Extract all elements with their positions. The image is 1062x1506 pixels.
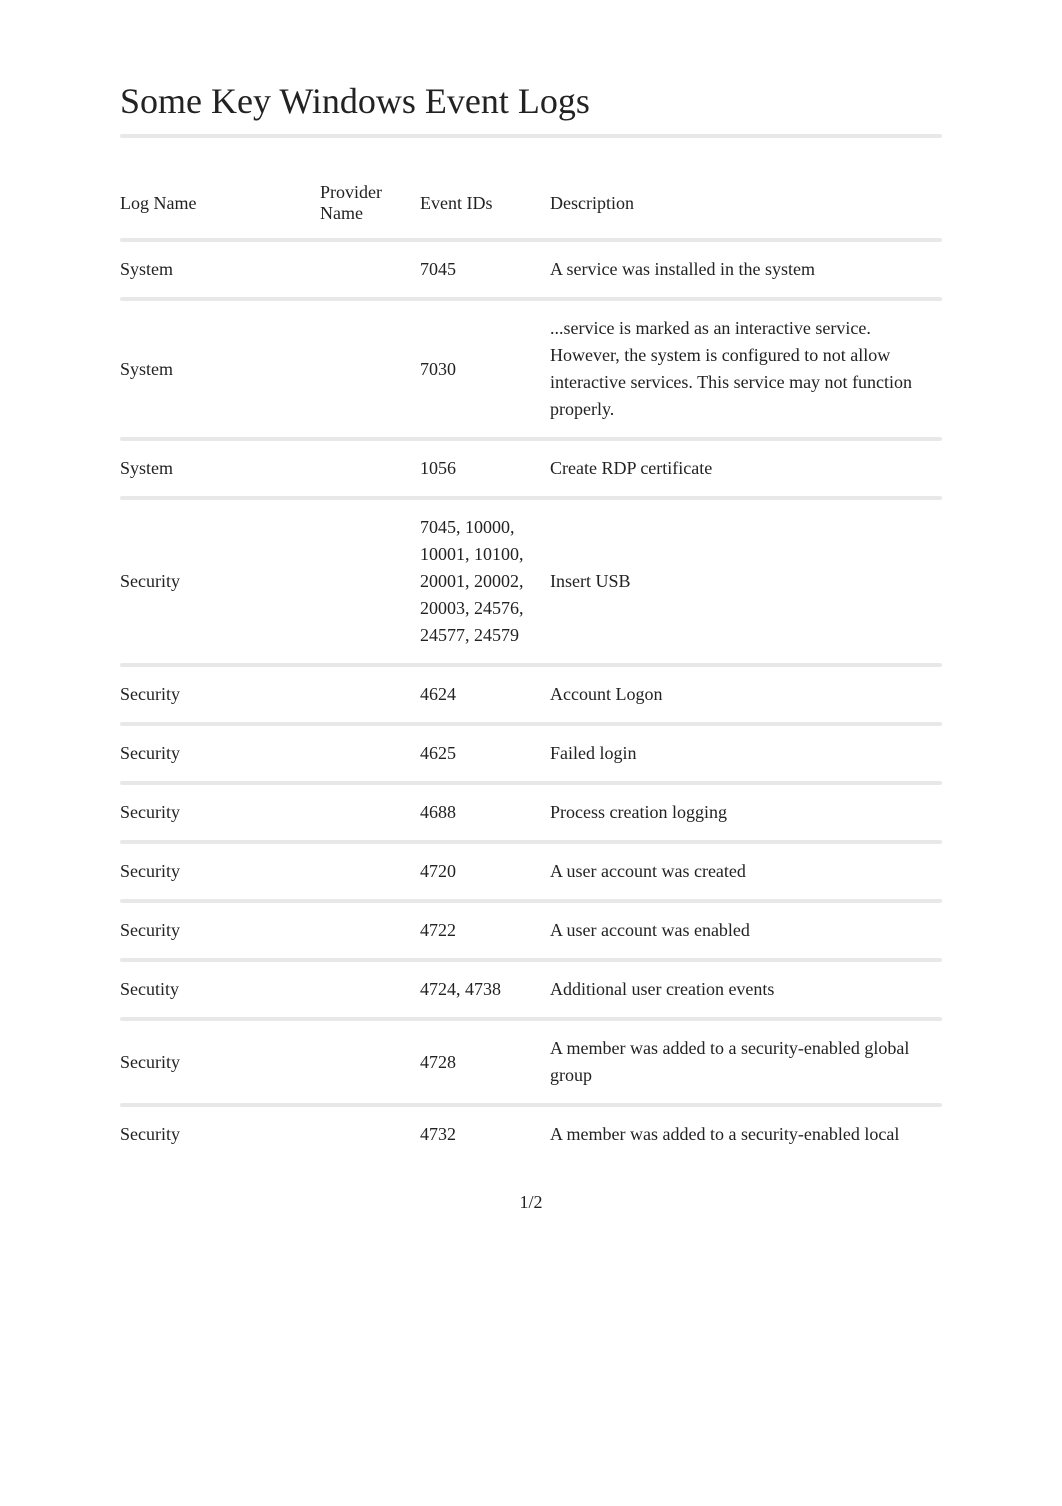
- cell-description: Insert USB: [550, 500, 942, 663]
- cell-description: Account Logon: [550, 667, 942, 722]
- cell-eventids: 4688: [420, 785, 550, 840]
- cell-logname: Secutity: [120, 962, 320, 1017]
- cell-description: Failed login: [550, 726, 942, 781]
- cell-logname: Security: [120, 667, 320, 722]
- cell-provider: [320, 500, 420, 663]
- cell-provider: [320, 844, 420, 899]
- event-log-table: Log Name Provider Name Event IDs Descrip…: [120, 168, 942, 1162]
- cell-logname: System: [120, 242, 320, 297]
- table-row: Security 4688Process creation logging: [120, 785, 942, 840]
- cell-description: Additional user creation events: [550, 962, 942, 1017]
- col-header-logname: Log Name: [120, 168, 320, 238]
- cell-description: A member was added to a security-enabled…: [550, 1107, 942, 1162]
- cell-description: A user account was created: [550, 844, 942, 899]
- table-row: System 1056Create RDP certificate: [120, 441, 942, 496]
- table-header-row: Log Name Provider Name Event IDs Descrip…: [120, 168, 942, 238]
- col-header-description: Description: [550, 168, 942, 238]
- cell-logname: Security: [120, 500, 320, 663]
- cell-eventids: 4625: [420, 726, 550, 781]
- cell-eventids: 4732: [420, 1107, 550, 1162]
- table-row: System 7045A service was installed in the…: [120, 242, 942, 297]
- cell-logname: Security: [120, 844, 320, 899]
- cell-provider: [320, 667, 420, 722]
- cell-eventids: 4724, 4738: [420, 962, 550, 1017]
- cell-eventids: 4720: [420, 844, 550, 899]
- cell-eventids: 4728: [420, 1021, 550, 1103]
- table-row: Security 4720A user account was created: [120, 844, 942, 899]
- table-row: Security 4625Failed login: [120, 726, 942, 781]
- cell-description: Create RDP certificate: [550, 441, 942, 496]
- cell-eventids: 4624: [420, 667, 550, 722]
- cell-provider: [320, 726, 420, 781]
- page-title: Some Key Windows Event Logs: [120, 80, 942, 122]
- cell-logname: Security: [120, 903, 320, 958]
- cell-eventids: 7045, 10000, 10001, 10100, 20001, 20002,…: [420, 500, 550, 663]
- cell-description: ...service is marked as an interactive s…: [550, 301, 942, 437]
- cell-provider: [320, 785, 420, 840]
- cell-provider: [320, 441, 420, 496]
- cell-logname: System: [120, 301, 320, 437]
- table-row: Security 7045, 10000, 10001, 10100, 20001…: [120, 500, 942, 663]
- cell-logname: System: [120, 441, 320, 496]
- cell-logname: Security: [120, 785, 320, 840]
- cell-logname: Security: [120, 726, 320, 781]
- col-header-eventids: Event IDs: [420, 168, 550, 238]
- cell-description: Process creation logging: [550, 785, 942, 840]
- cell-eventids: 4722: [420, 903, 550, 958]
- cell-provider: [320, 301, 420, 437]
- page-number: 1/2: [120, 1192, 942, 1213]
- table-row: Security 4722A user account was enabled: [120, 903, 942, 958]
- cell-provider: [320, 903, 420, 958]
- cell-description: A member was added to a security-enabled…: [550, 1021, 942, 1103]
- table-row: Security 4728A member was added to a secu…: [120, 1021, 942, 1103]
- cell-logname: Security: [120, 1021, 320, 1103]
- cell-provider: [320, 1021, 420, 1103]
- col-header-provider: Provider Name: [320, 168, 420, 238]
- cell-eventids: 1056: [420, 441, 550, 496]
- table-row: Secutity 4724, 4738Additional user creati…: [120, 962, 942, 1017]
- cell-provider: [320, 242, 420, 297]
- cell-provider: [320, 962, 420, 1017]
- title-divider: [120, 134, 942, 138]
- table-row: Security 4624Account Logon: [120, 667, 942, 722]
- table-row: System 7030...service is marked as an int…: [120, 301, 942, 437]
- cell-description: A service was installed in the system: [550, 242, 942, 297]
- cell-provider: [320, 1107, 420, 1162]
- cell-logname: Security: [120, 1107, 320, 1162]
- cell-eventids: 7045: [420, 242, 550, 297]
- table-row: Security 4732A member was added to a secu…: [120, 1107, 942, 1162]
- cell-eventids: 7030: [420, 301, 550, 437]
- cell-description: A user account was enabled: [550, 903, 942, 958]
